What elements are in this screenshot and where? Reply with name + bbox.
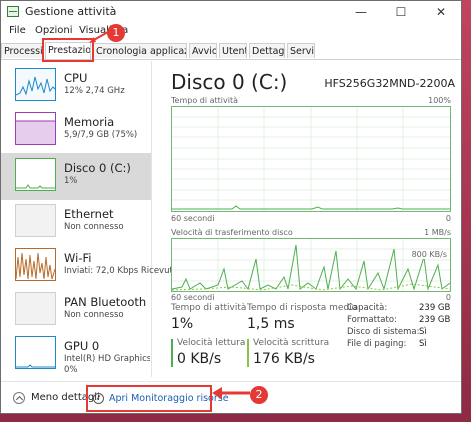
graph-time-span: 60 secondi	[171, 293, 215, 302]
system-disk-value: Sì	[419, 327, 427, 337]
page-title: Disco 0 (C:)	[171, 70, 288, 94]
graph-transfer-max: 1 MB/s	[424, 228, 451, 237]
close-button[interactable]: ✕	[421, 1, 461, 23]
graph-active-time-label: Tempo di attività	[171, 96, 238, 105]
highlight-box-monitor	[86, 385, 212, 412]
task-manager-icon	[7, 6, 19, 17]
task-manager-window: Gestione attività — ☐ ✕ File Opzioni Vis…	[0, 0, 462, 414]
sidebar-item-label: CPU	[64, 71, 88, 85]
formatted-label: Formattato:	[347, 315, 397, 325]
capacity-value: 239 GB	[419, 303, 451, 313]
sidebar-item-value: Intel(R) HD Graphics 520	[64, 354, 150, 364]
response-time-label: Tempo di risposta medio	[247, 303, 358, 313]
write-speed-value: 176 KB/s	[253, 351, 315, 367]
gpu-thumbnail	[15, 336, 56, 369]
paging-file-value: Sì	[419, 339, 427, 349]
arrow-icon	[89, 31, 109, 43]
sidebar-item-value: 5,9/7,9 GB (75%)	[64, 130, 138, 140]
sidebar-item-memory[interactable]: Memoria 5,9/7,9 GB (75%)	[1, 107, 151, 154]
wifi-thumbnail	[15, 248, 56, 281]
graph-active-time-max: 100%	[428, 96, 451, 105]
sidebar-item-ethernet[interactable]: Ethernet Non connesso	[1, 199, 151, 246]
window-title: Gestione attività	[25, 5, 117, 18]
menu-file[interactable]: File	[9, 25, 26, 36]
graph-min: 0	[445, 214, 451, 223]
ethernet-thumbnail	[15, 204, 56, 237]
graph-time-span: 60 secondi	[171, 214, 215, 223]
sidebar-item-label: Wi-Fi	[64, 251, 92, 265]
sidebar-item-gpu[interactable]: GPU 0 Intel(R) HD Graphics 520 0%	[1, 331, 151, 378]
capacity-label: Capacità:	[347, 303, 388, 313]
sidebar-item-value: 1%	[64, 176, 78, 186]
resource-sidebar: CPU 12% 2,74 GHz Memoria 5,9/7,9 GB (75%…	[1, 61, 192, 378]
maximize-button[interactable]: ☐	[381, 1, 421, 23]
tab-services[interactable]: Servizi	[287, 43, 315, 58]
active-time-label: Tempo di attività	[171, 303, 247, 313]
read-speed-indicator	[171, 339, 173, 367]
disk-thumbnail	[15, 158, 56, 191]
write-speed-indicator	[247, 339, 249, 367]
sidebar-item-usage: 0%	[64, 365, 78, 375]
title-bar: Gestione attività — ☐ ✕	[1, 1, 461, 23]
read-speed-value: 0 KB/s	[177, 351, 222, 367]
highlight-box-tab	[42, 38, 94, 62]
sidebar-item-cpu[interactable]: CPU 12% 2,74 GHz	[1, 63, 151, 110]
tab-users[interactable]: Utenti	[219, 43, 247, 58]
bluetooth-thumbnail	[15, 292, 56, 325]
sidebar-item-label: PAN Bluetooth	[64, 295, 147, 309]
disk-detail-panel: Disco 0 (C:) HFS256G32MND-2200A Tempo di…	[161, 61, 461, 377]
sidebar-item-value: Non connesso	[64, 310, 124, 320]
memory-thumbnail	[15, 112, 56, 145]
chevron-up-icon[interactable]	[13, 392, 25, 404]
arrow-icon	[212, 387, 250, 399]
sidebar-item-wifi[interactable]: Wi-Fi Inviati: 72,0 Kbps Ricevuti: 96	[1, 243, 192, 290]
sidebar-item-bluetooth[interactable]: PAN Bluetooth Non connesso	[1, 287, 151, 334]
cpu-thumbnail	[15, 68, 56, 101]
disk-model: HFS256G32MND-2200A	[324, 77, 455, 90]
response-time-value: 1,5 ms	[247, 316, 295, 332]
paging-file-label: File di paging:	[347, 339, 407, 349]
minimize-button[interactable]: —	[341, 1, 381, 23]
active-time-value: 1%	[171, 316, 194, 332]
system-disk-label: Disco di sistema:	[347, 327, 420, 337]
transfer-rate-graph: 800 KB/s	[171, 238, 451, 292]
formatted-value: 239 GB	[419, 315, 451, 325]
graph-transfer-mid: 800 KB/s	[411, 250, 447, 259]
tab-app-history[interactable]: Cronologia applicazioni	[93, 43, 187, 58]
write-speed-label: Velocità scrittura	[253, 338, 330, 348]
tab-startup[interactable]: Avvio	[189, 43, 217, 58]
tab-details[interactable]: Dettagli	[249, 43, 285, 58]
sidebar-item-label: GPU 0	[64, 339, 100, 353]
active-time-graph	[171, 106, 451, 212]
menu-options[interactable]: Opzioni	[35, 25, 72, 36]
read-speed-label: Velocità lettura	[177, 338, 246, 348]
sidebar-item-value: 12% 2,74 GHz	[64, 86, 125, 96]
graph-transfer-label: Velocità di trasferimento disco	[171, 228, 293, 237]
tab-processes[interactable]: Processi	[1, 43, 43, 58]
sidebar-item-label: Memoria	[64, 115, 115, 129]
sidebar-item-value: Non connesso	[64, 222, 124, 232]
graph-min: 0	[445, 293, 451, 302]
step-badge-2: 2	[250, 386, 268, 404]
sidebar-item-label: Disco 0 (C:)	[64, 161, 131, 175]
sidebar-item-label: Ethernet	[64, 207, 114, 221]
sidebar-item-disk[interactable]: Disco 0 (C:) 1%	[1, 153, 151, 200]
